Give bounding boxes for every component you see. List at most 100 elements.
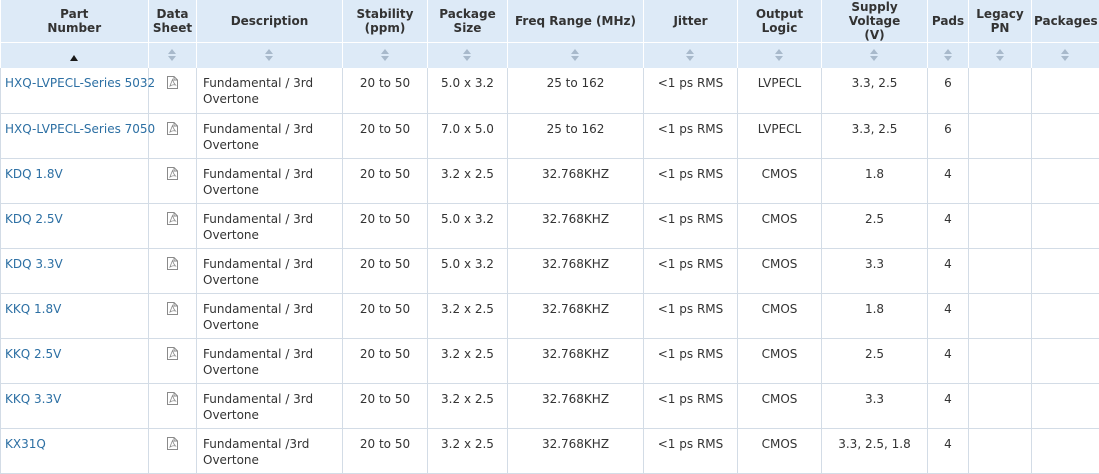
sort-toggle-pads[interactable]: [928, 43, 969, 69]
table-row[interactable]: KDQ 1.8VFundamental / 3rdOvertone20 to 5…: [1, 158, 1099, 203]
package-value: 3.2 x 2.5: [432, 294, 503, 317]
pdf-file-icon[interactable]: [167, 302, 178, 319]
sort-toggle-output-logic[interactable]: [738, 43, 822, 69]
part-number-link[interactable]: KKQ 3.3V: [5, 392, 61, 406]
pdf-file-icon[interactable]: [167, 257, 178, 274]
cell-freq: 32.768KHZ: [508, 383, 644, 428]
sort-icon[interactable]: [870, 49, 879, 61]
column-header-label: Jitter: [646, 14, 735, 28]
table-row[interactable]: HXQ-LVPECL-Series 5032Fundamental / 3rdO…: [1, 68, 1099, 113]
sort-icon[interactable]: [944, 49, 953, 61]
part-number-link[interactable]: KDQ 1.8V: [5, 167, 63, 181]
cell-description: Fundamental / 3rdOvertone: [197, 248, 343, 293]
column-header-description[interactable]: Description: [197, 0, 343, 43]
table-row[interactable]: HXQ-LVPECL-Series 7050Fundamental / 3rdO…: [1, 113, 1099, 158]
sort-toggle-supply-voltage-v[interactable]: [822, 43, 928, 69]
column-header-stability-ppm[interactable]: Stability(ppm): [343, 0, 428, 43]
legacy-value: [973, 429, 1027, 436]
packages-value: [1036, 204, 1095, 211]
description-line: Overtone: [203, 91, 338, 107]
logic-value: LVPECL: [742, 68, 817, 91]
table-row[interactable]: KDQ 3.3VFundamental / 3rdOvertone20 to 5…: [1, 248, 1099, 293]
description-line: Overtone: [203, 182, 338, 198]
cell-part-number: KDQ 1.8V: [1, 158, 149, 203]
column-header-data-sheet[interactable]: DataSheet: [149, 0, 197, 43]
part-number-link[interactable]: KDQ 2.5V: [5, 212, 63, 226]
column-header-part-number[interactable]: PartNumber: [1, 0, 149, 43]
cell-data-sheet: [149, 203, 197, 248]
part-number-link[interactable]: KX31Q: [5, 437, 46, 451]
pdf-file-icon[interactable]: [167, 437, 178, 454]
pdf-file-icon[interactable]: [167, 347, 178, 364]
logic-value: CMOS: [742, 249, 817, 272]
column-header-packages[interactable]: Packages: [1032, 0, 1099, 43]
cell-freq: 32.768KHZ: [508, 203, 644, 248]
sort-ascending-icon[interactable]: [70, 55, 78, 61]
pads-value: 6: [932, 114, 964, 137]
column-header-output-logic[interactable]: OutputLogic: [738, 0, 822, 43]
column-header-legacy-pn[interactable]: LegacyPN: [969, 0, 1032, 43]
pdf-file-icon[interactable]: [167, 392, 178, 409]
sort-toggle-description[interactable]: [197, 43, 343, 69]
column-header-jitter[interactable]: Jitter: [644, 0, 738, 43]
table-row[interactable]: KDQ 2.5VFundamental / 3rdOvertone20 to 5…: [1, 203, 1099, 248]
cell-freq: 32.768KHZ: [508, 293, 644, 338]
pads-value: 4: [932, 204, 964, 227]
cell-jitter: <1 ps RMS: [644, 158, 738, 203]
pads-value: 4: [932, 339, 964, 362]
voltage-value: 1.8: [826, 159, 923, 182]
column-header-label: Package: [430, 7, 505, 21]
sort-toggle-legacy-pn[interactable]: [969, 43, 1032, 69]
cell-jitter: <1 ps RMS: [644, 383, 738, 428]
cell-voltage: 1.8: [822, 158, 928, 203]
sort-icon[interactable]: [1061, 49, 1070, 61]
table-row[interactable]: KX31QFundamental /3rdOvertone20 to 503.2…: [1, 428, 1099, 473]
legacy-value: [973, 339, 1027, 346]
pdf-file-icon[interactable]: [167, 76, 178, 93]
package-value: 3.2 x 2.5: [432, 159, 503, 182]
sort-toggle-jitter[interactable]: [644, 43, 738, 69]
part-number-link[interactable]: KKQ 1.8V: [5, 302, 61, 316]
column-header-freq-range-mhz[interactable]: Freq Range (MHz): [508, 0, 644, 43]
sort-toggle-data-sheet[interactable]: [149, 43, 197, 69]
cell-stability: 20 to 50: [343, 293, 428, 338]
sort-icon[interactable]: [686, 49, 695, 61]
table-row[interactable]: KKQ 3.3VFundamental / 3rdOvertone20 to 5…: [1, 383, 1099, 428]
cell-jitter: <1 ps RMS: [644, 203, 738, 248]
sort-toggle-freq-range-mhz[interactable]: [508, 43, 644, 69]
pdf-file-icon[interactable]: [167, 122, 178, 139]
cell-jitter: <1 ps RMS: [644, 428, 738, 473]
jitter-value: <1 ps RMS: [648, 294, 733, 317]
sort-icon[interactable]: [463, 49, 472, 61]
part-number-link[interactable]: KDQ 3.3V: [5, 257, 63, 271]
sort-toggle-package-size[interactable]: [428, 43, 508, 69]
sort-icon[interactable]: [381, 49, 390, 61]
stability-value: 20 to 50: [347, 68, 423, 91]
sort-toggle-stability-ppm[interactable]: [343, 43, 428, 69]
sort-icon[interactable]: [775, 49, 784, 61]
sort-icon[interactable]: [168, 49, 177, 61]
column-header-label: (V): [824, 28, 925, 42]
sort-toggle-packages[interactable]: [1032, 43, 1099, 69]
part-number-link[interactable]: HXQ-LVPECL-Series 7050: [5, 122, 155, 136]
sort-icon[interactable]: [571, 49, 580, 61]
table-row[interactable]: KKQ 1.8VFundamental / 3rdOvertone20 to 5…: [1, 293, 1099, 338]
part-number-link[interactable]: HXQ-LVPECL-Series 5032: [5, 76, 155, 90]
column-header-pads[interactable]: Pads: [928, 0, 969, 43]
cell-data-sheet: [149, 158, 197, 203]
column-header-label: (ppm): [345, 21, 425, 35]
column-header-supply-voltage-v[interactable]: Supply Voltage(V): [822, 0, 928, 43]
part-number-link[interactable]: KKQ 2.5V: [5, 347, 61, 361]
sort-icon[interactable]: [265, 49, 274, 61]
pdf-file-icon[interactable]: [167, 167, 178, 184]
column-header-package-size[interactable]: PackageSize: [428, 0, 508, 43]
table-row[interactable]: KKQ 2.5VFundamental / 3rdOvertone20 to 5…: [1, 338, 1099, 383]
sort-toggle-part-number[interactable]: [1, 43, 149, 69]
cell-voltage: 3.3, 2.5: [822, 113, 928, 158]
pdf-file-icon[interactable]: [167, 212, 178, 229]
packages-value: [1036, 339, 1095, 346]
stability-value: 20 to 50: [347, 429, 423, 452]
sort-icon[interactable]: [996, 49, 1005, 61]
stability-value: 20 to 50: [347, 339, 423, 362]
cell-data-sheet: [149, 248, 197, 293]
